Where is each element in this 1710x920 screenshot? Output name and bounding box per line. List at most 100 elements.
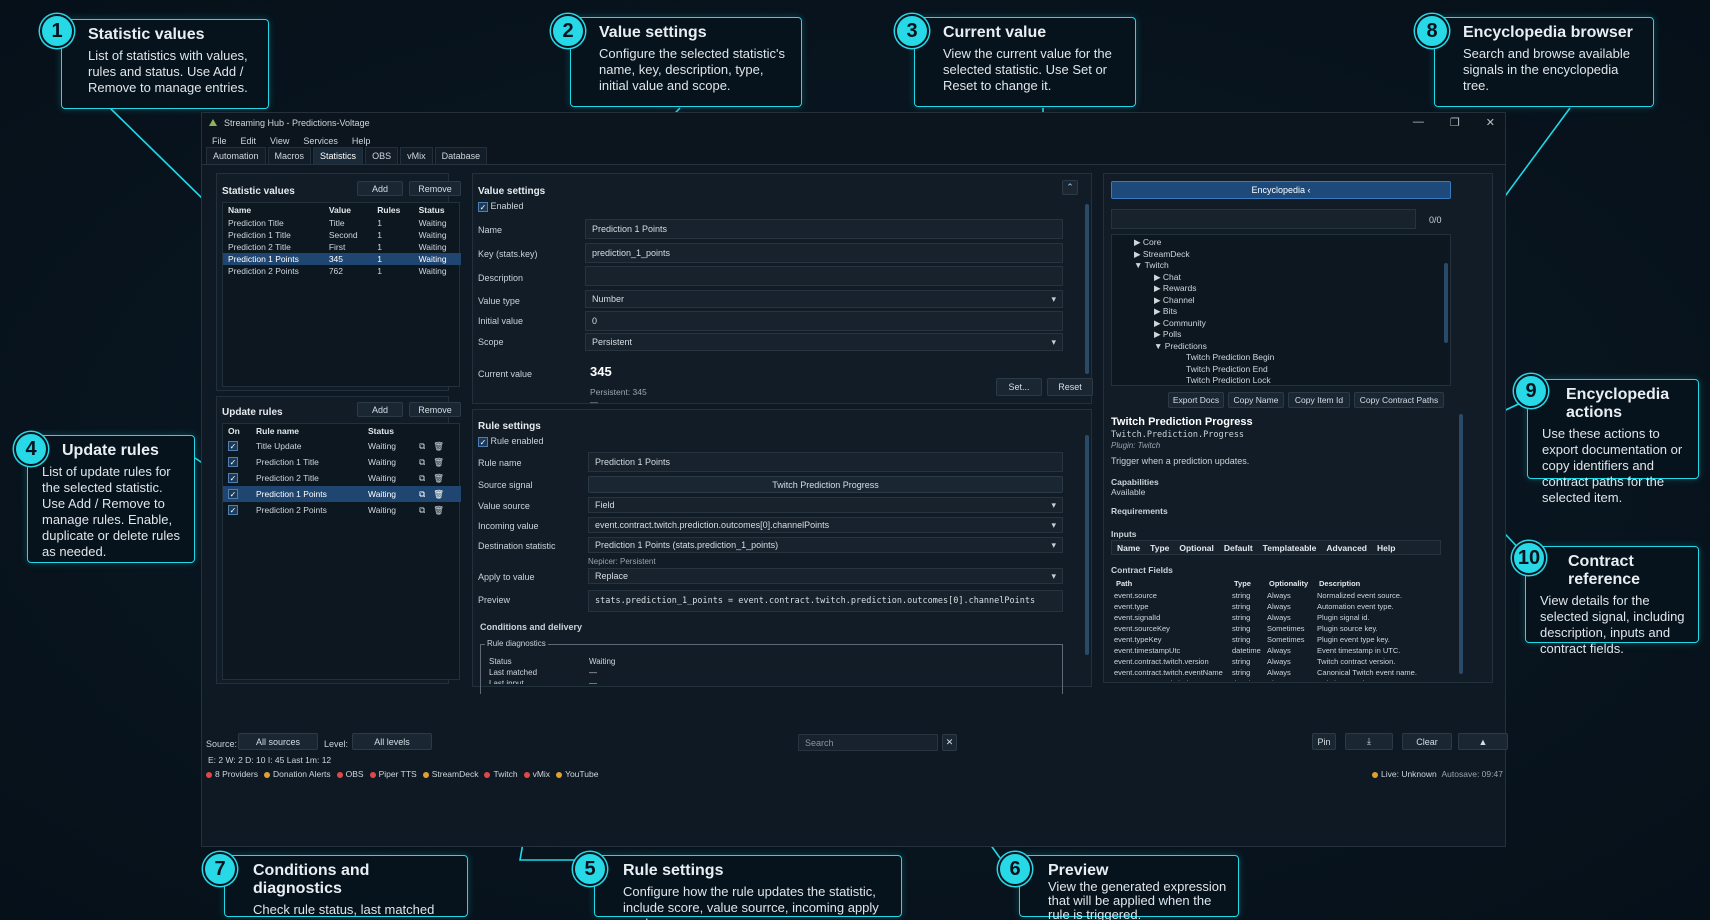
column-header[interactable]: Type bbox=[1145, 541, 1174, 555]
menu-file[interactable]: File bbox=[206, 134, 233, 148]
provider-status[interactable]: StreamDeck bbox=[422, 769, 478, 779]
tab-vmix[interactable]: vMix bbox=[400, 147, 433, 164]
tree-node[interactable]: ▶ Community bbox=[1134, 318, 1450, 330]
contract-row[interactable]: event.source string Always Normalized event… bbox=[1111, 590, 1441, 601]
contract-row[interactable]: event.timestampUtc datetime Always Event ti… bbox=[1111, 645, 1441, 656]
tab-statistics[interactable]: Statistics bbox=[313, 147, 364, 164]
duplicate-icon[interactable]: ⧉ bbox=[419, 505, 425, 515]
rule-row[interactable]: ✓ Prediction 2 Points Waiting ⧉ 🗑 bbox=[223, 502, 461, 518]
tree-scrollbar[interactable] bbox=[1444, 263, 1448, 343]
rule-row[interactable]: ✓ Title Update Waiting ⧉ 🗑 bbox=[223, 438, 461, 454]
column-header[interactable]: Optional bbox=[1174, 541, 1218, 555]
collapse-button[interactable]: ⌃ bbox=[1062, 180, 1078, 195]
column-header[interactable]: Advanced bbox=[1321, 541, 1372, 555]
statistic-row[interactable]: Prediction 1 Points 345 1 Waiting bbox=[223, 253, 461, 265]
encyclopedia-search-input[interactable] bbox=[1111, 209, 1416, 229]
column-header[interactable]: Help bbox=[1372, 541, 1400, 555]
tree-node[interactable]: ▶ Core bbox=[1134, 237, 1450, 249]
rule-row[interactable]: ✓ Prediction 1 Points Waiting ⧉ 🗑 bbox=[223, 486, 461, 502]
remove-rule-button[interactable]: Remove bbox=[409, 402, 461, 417]
rule-enabled-checkbox[interactable]: ✓ bbox=[228, 457, 238, 468]
delete-icon[interactable]: 🗑 bbox=[433, 489, 444, 499]
remove-statistic-button[interactable]: Remove bbox=[409, 181, 461, 196]
rule-settings-scrollbar[interactable] bbox=[1085, 435, 1089, 655]
apply-mode-select[interactable]: Replace bbox=[588, 568, 1063, 584]
incoming-value-select[interactable]: event.contract.twitch.prediction.outcome… bbox=[588, 517, 1063, 533]
column-header[interactable]: Status bbox=[414, 203, 461, 217]
tab-automation[interactable]: Automation bbox=[206, 147, 266, 164]
source-filter-select[interactable]: All sources bbox=[238, 733, 318, 750]
rule-enabled-checkbox[interactable]: ✓ Rule enabled bbox=[478, 436, 544, 447]
column-header[interactable]: Type bbox=[1229, 576, 1264, 590]
tree-node[interactable]: ▶ Bits bbox=[1134, 306, 1450, 318]
tree-node[interactable]: Twitch Prediction End bbox=[1134, 364, 1450, 376]
provider-status[interactable]: OBS bbox=[336, 769, 364, 779]
export-docs-button[interactable]: Export Docs bbox=[1168, 392, 1224, 408]
column-header[interactable]: Rule name bbox=[251, 424, 363, 438]
tab-macros[interactable]: Macros bbox=[267, 147, 312, 164]
initial-value-field[interactable]: 0 bbox=[585, 311, 1063, 331]
tree-node[interactable]: Twitch Prediction Begin bbox=[1134, 352, 1450, 364]
name-field[interactable]: Prediction 1 Points bbox=[585, 219, 1063, 239]
tab-obs[interactable]: OBS bbox=[365, 147, 399, 164]
encyclopedia-header-button[interactable]: Encyclopedia ‹ bbox=[1111, 181, 1451, 199]
menu-help[interactable]: Help bbox=[346, 134, 377, 148]
copy-contract-paths-button[interactable]: Copy Contract Paths bbox=[1354, 392, 1444, 408]
statistic-row[interactable]: Prediction 2 Points 762 1 Waiting bbox=[223, 265, 461, 277]
value-type-select[interactable]: Number bbox=[585, 290, 1063, 308]
menu-view[interactable]: View bbox=[264, 134, 295, 148]
menu-edit[interactable]: Edit bbox=[235, 134, 263, 148]
column-header[interactable]: On bbox=[223, 424, 251, 438]
column-header[interactable]: Value bbox=[324, 203, 372, 217]
rule-row[interactable]: ✓ Prediction 2 Title Waiting ⧉ 🗑 bbox=[223, 470, 461, 486]
tree-node[interactable]: ▶ StreamDeck bbox=[1134, 249, 1450, 261]
conditions-delivery-header[interactable]: Conditions and delivery bbox=[480, 622, 582, 632]
tree-node[interactable]: ▶ Channel bbox=[1134, 295, 1450, 307]
provider-status[interactable]: 8 Providers bbox=[206, 769, 258, 779]
menu-services[interactable]: Services bbox=[297, 134, 344, 148]
key-field[interactable]: prediction_1_points bbox=[585, 243, 1063, 263]
column-header[interactable]: Optionality bbox=[1264, 576, 1314, 590]
provider-status[interactable]: Twitch bbox=[484, 769, 518, 779]
clear-search-button[interactable]: ✕ bbox=[942, 734, 957, 751]
tree-node[interactable]: Twitch Prediction Lock bbox=[1134, 375, 1450, 385]
copy-name-button[interactable]: Copy Name bbox=[1228, 392, 1284, 408]
rule-row[interactable]: ✓ Prediction 1 Title Waiting ⧉ 🗑 bbox=[223, 454, 461, 470]
destination-statistic-select[interactable]: Prediction 1 Points (stats.prediction_1_… bbox=[588, 537, 1063, 553]
tree-node[interactable]: ▶ Rewards bbox=[1134, 283, 1450, 295]
rule-enabled-checkbox[interactable]: ✓ bbox=[228, 505, 238, 516]
minimize-icon[interactable]: — bbox=[1413, 116, 1424, 129]
contract-row[interactable]: event.sourceKey string Sometimes Plugin sou… bbox=[1111, 623, 1441, 634]
close-icon[interactable]: ✕ bbox=[1486, 116, 1495, 129]
contract-row[interactable]: event.contract.twitch.eventName string Alw… bbox=[1111, 667, 1441, 678]
contract-row[interactable]: event.contract.twitch.version string Alway… bbox=[1111, 656, 1441, 667]
download-icon[interactable]: ⤓ bbox=[1345, 733, 1393, 750]
statistic-row[interactable]: Prediction Title Title 1 Waiting bbox=[223, 217, 461, 229]
level-filter-select[interactable]: All levels bbox=[352, 733, 432, 750]
delete-icon[interactable]: 🗑 bbox=[433, 473, 444, 483]
duplicate-icon[interactable]: ⧉ bbox=[419, 489, 425, 499]
details-scrollbar[interactable] bbox=[1459, 414, 1463, 674]
provider-status[interactable]: Donation Alerts bbox=[264, 769, 331, 779]
value-source-select[interactable]: Field bbox=[588, 497, 1063, 513]
rule-enabled-checkbox[interactable]: ✓ bbox=[228, 473, 238, 484]
tab-database[interactable]: Database bbox=[434, 147, 488, 164]
rule-enabled-checkbox[interactable]: ✓ bbox=[228, 441, 238, 452]
maximize-icon[interactable]: ❐ bbox=[1450, 116, 1460, 129]
contract-row[interactable]: event.type string Always Automation event t… bbox=[1111, 601, 1441, 612]
column-header[interactable]: Status bbox=[363, 424, 414, 438]
clear-log-button[interactable]: Clear bbox=[1402, 733, 1452, 750]
provider-status[interactable]: Piper TTS bbox=[369, 769, 417, 779]
column-header[interactable]: Description bbox=[1314, 576, 1441, 590]
tree-node[interactable]: ▼ Predictions bbox=[1134, 341, 1450, 353]
delete-icon[interactable]: 🗑 bbox=[433, 505, 444, 515]
scope-select[interactable]: Persistent bbox=[585, 333, 1063, 351]
duplicate-icon[interactable]: ⧉ bbox=[419, 441, 425, 451]
provider-status[interactable]: vMix bbox=[523, 769, 550, 779]
tree-node[interactable]: ▶ Chat bbox=[1134, 272, 1450, 284]
statistic-row[interactable]: Prediction 2 Title First 1 Waiting bbox=[223, 241, 461, 253]
contract-row[interactable]: event.signalId string Always Plugin signal … bbox=[1111, 612, 1441, 623]
enabled-checkbox[interactable]: ✓ Enabled bbox=[478, 201, 524, 212]
tree-node[interactable]: ▼ Twitch bbox=[1134, 260, 1450, 272]
contract-row[interactable]: event.typeKey string Sometimes Plugin event… bbox=[1111, 634, 1441, 645]
